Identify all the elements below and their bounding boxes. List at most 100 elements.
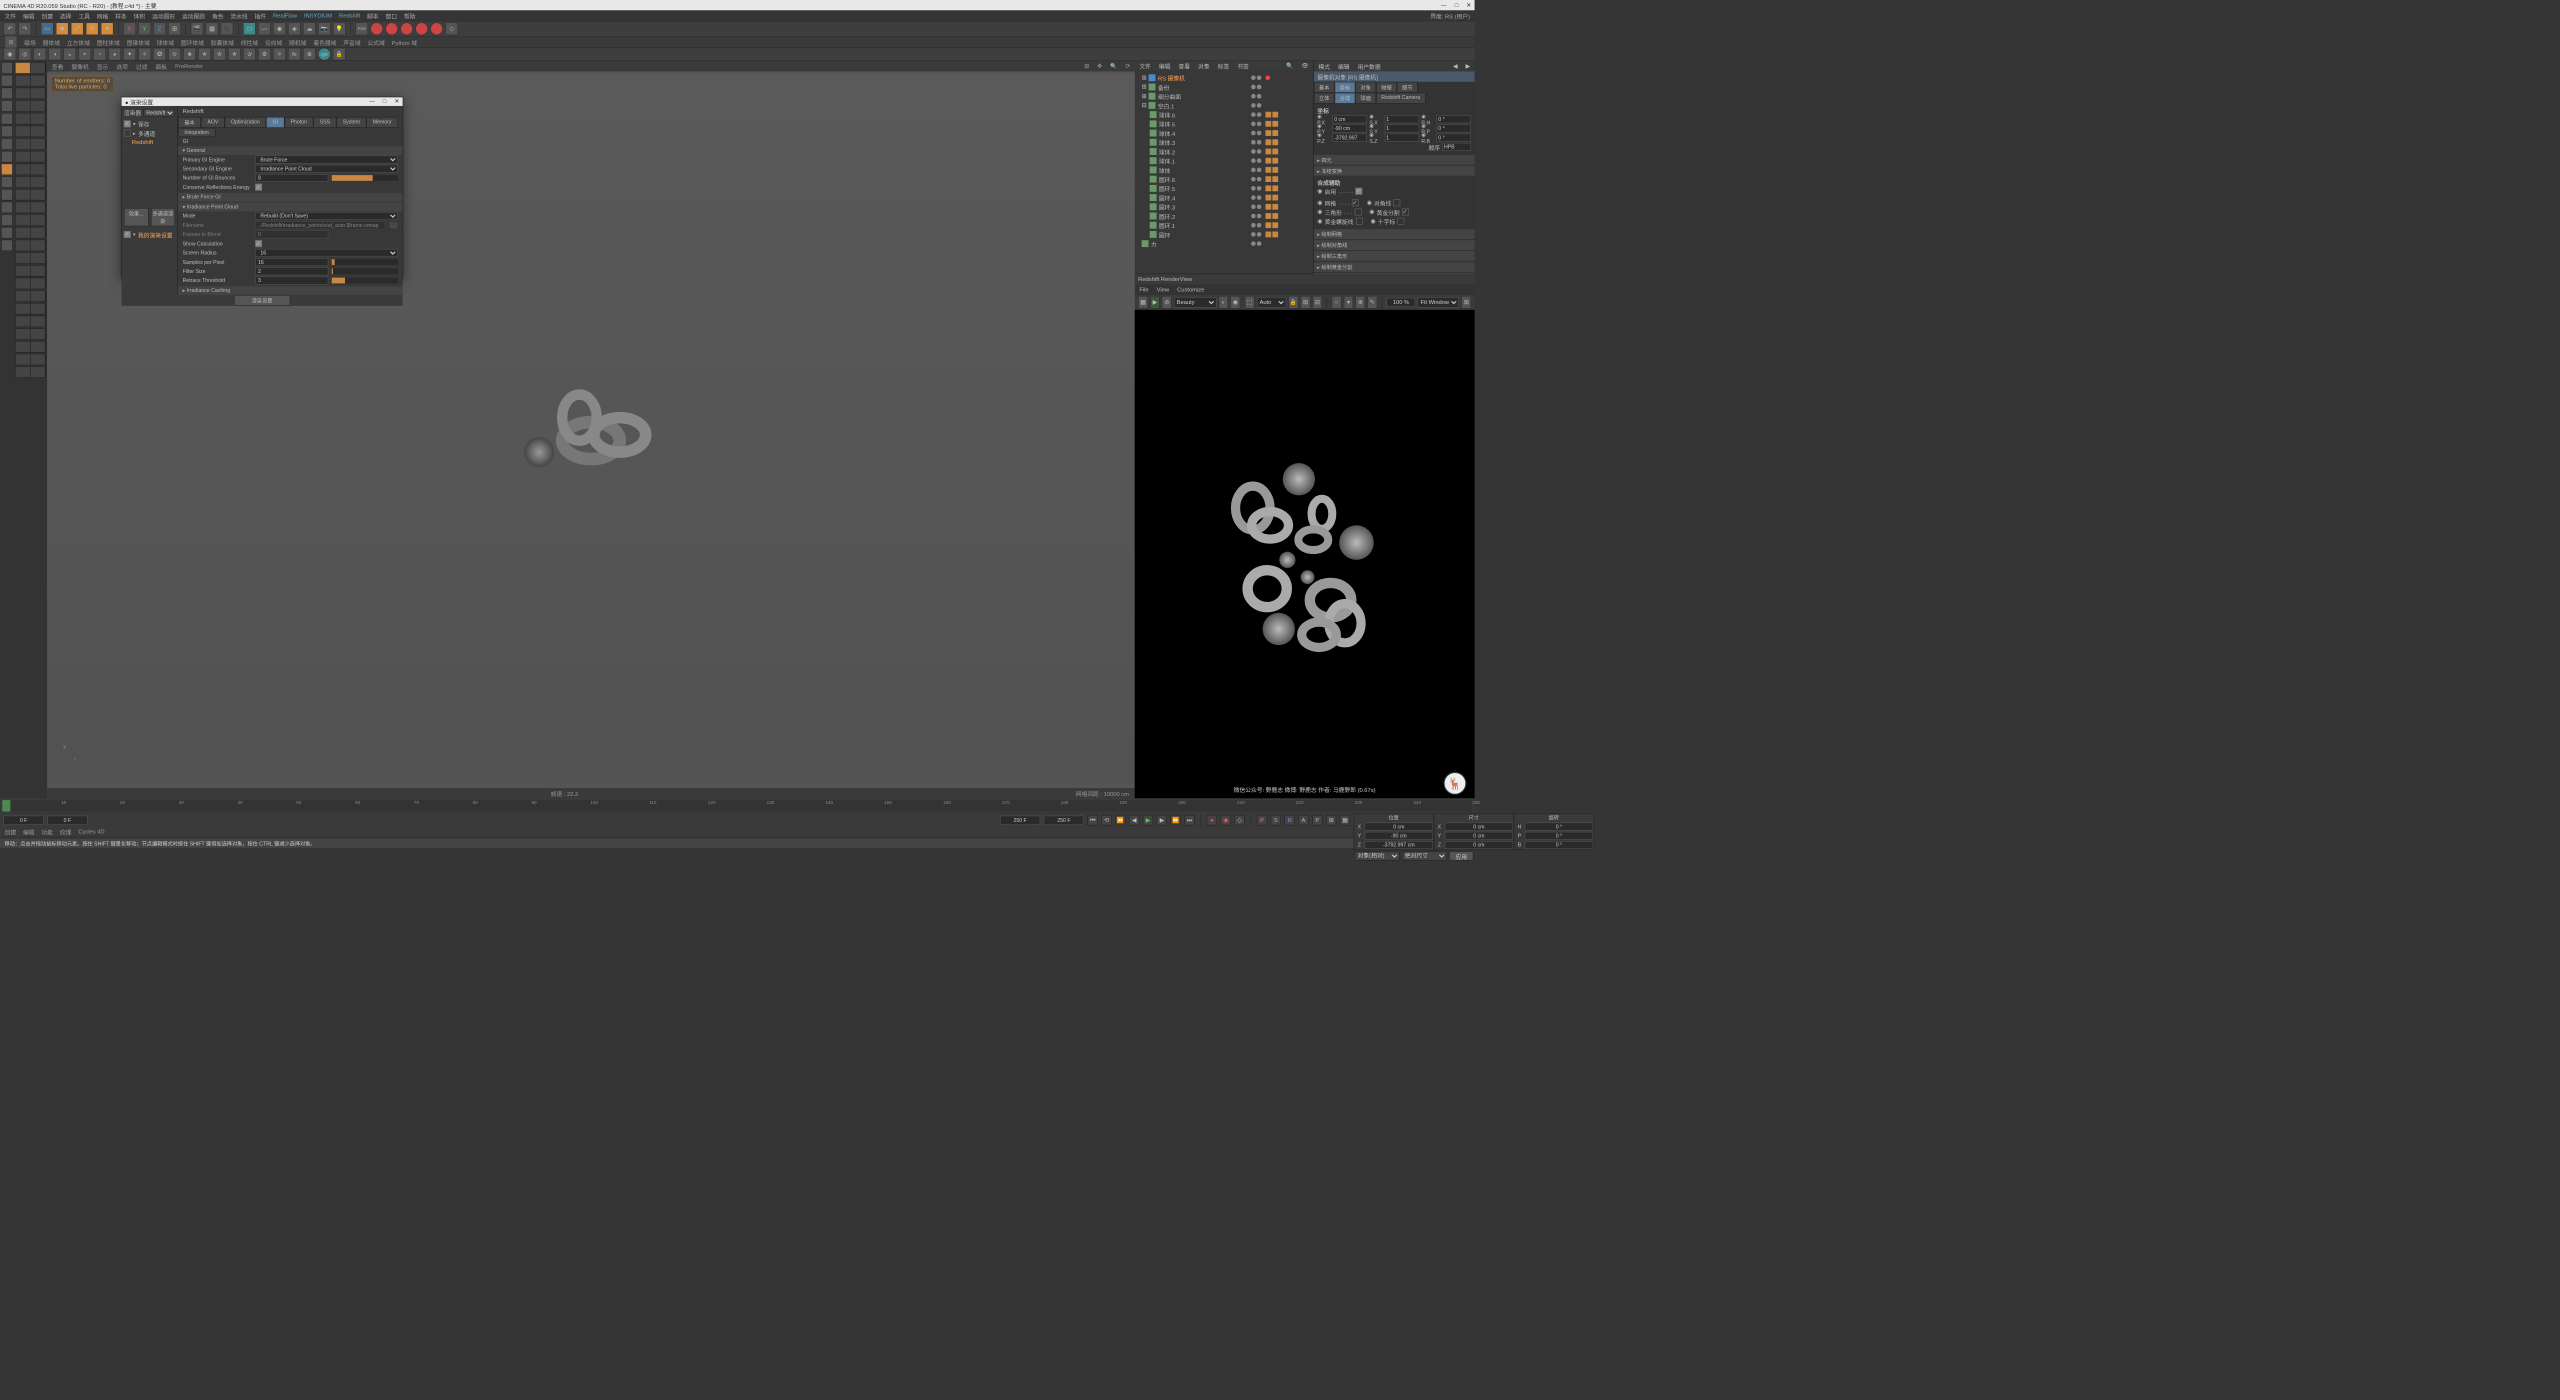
dlg-tab-opt[interactable]: Optimization [225, 117, 266, 128]
vp-menu-item[interactable]: 面板 [156, 62, 168, 71]
layout-selector[interactable]: 界面: RS (用户) [1430, 11, 1470, 20]
object-row[interactable]: ⊟空白.1 [1137, 101, 1248, 110]
field-tab[interactable]: 立方体域 [67, 38, 90, 47]
vp-nav-icon[interactable]: ⊞ [1084, 63, 1089, 69]
rv-grid-icon[interactable]: ⊞ [1301, 296, 1311, 309]
tool-icon[interactable]: ✬ [183, 48, 196, 61]
rv-stop-icon[interactable]: ⊘ [1162, 296, 1172, 309]
menu-item[interactable]: 角色 [212, 11, 224, 20]
retrace-input[interactable] [255, 276, 328, 284]
field-tab[interactable]: 磁场 [24, 38, 36, 47]
next-frame-icon[interactable]: ▶ [1157, 815, 1167, 825]
filter-slider[interactable] [332, 268, 398, 274]
palette-row[interactable] [15, 328, 46, 340]
rv-sample-icon[interactable]: ✎ [1367, 296, 1377, 309]
edge-mode-icon[interactable] [1, 113, 13, 125]
object-flags[interactable] [1250, 71, 1313, 274]
tool-icon[interactable]: ◕ [108, 48, 121, 61]
palette-row[interactable] [15, 88, 46, 100]
tool-icon[interactable] [1, 176, 13, 188]
side-item-save[interactable]: ✓ ▾保存 [124, 119, 175, 128]
menu-item[interactable]: 运动图形 [152, 11, 175, 20]
section-draw-diag[interactable]: ▸ 绘制对角线 [1314, 240, 1475, 250]
keyframe3-icon[interactable] [430, 22, 443, 35]
r-icon[interactable]: R [1284, 815, 1294, 825]
autokey-icon[interactable] [385, 22, 398, 35]
section-general[interactable]: ▾ General [178, 146, 403, 155]
vp-menu-item[interactable]: 查看 [52, 62, 64, 71]
attr-subtab[interactable]: 球面 [1355, 93, 1376, 104]
palette-row[interactable] [15, 202, 46, 214]
rv-down-icon[interactable]: ▾ [1344, 296, 1354, 309]
section-draw-grid[interactable]: ▸ 绘制网格 [1314, 229, 1475, 239]
dlg-tab-memory[interactable]: Memory [366, 117, 397, 128]
size-y-input[interactable] [1445, 832, 1514, 840]
object-row[interactable]: 球体.5 [1137, 119, 1248, 128]
minimize-button[interactable]: — [1441, 2, 1447, 8]
menu-item[interactable]: 流水线 [230, 11, 247, 20]
keyframe-icon[interactable] [400, 22, 413, 35]
camera-icon[interactable]: 📷 [318, 22, 331, 35]
field-tab[interactable]: 图柱体域 [97, 38, 120, 47]
palette-row[interactable] [15, 303, 46, 315]
vp-menu-item[interactable]: 过滤 [136, 62, 148, 71]
z-axis-icon[interactable]: Z [153, 22, 166, 35]
dlg-tab-system[interactable]: System [336, 117, 366, 128]
rv-grid2-icon[interactable]: ⊟ [1313, 296, 1323, 309]
rv-tool-icon[interactable]: ◐ [1219, 296, 1229, 309]
tool-icon[interactable]: fx [288, 48, 301, 61]
palette-row[interactable] [15, 290, 46, 302]
light-icon[interactable]: 💡 [333, 22, 346, 35]
rv-render-icon[interactable]: ▦ [1138, 296, 1148, 309]
object-row[interactable]: ⊞备份 [1137, 82, 1248, 91]
object-flags-row[interactable] [1251, 221, 1312, 230]
poly-mode-icon[interactable] [1, 126, 13, 138]
object-mode-icon[interactable] [1, 75, 13, 87]
rp-input[interactable] [1437, 124, 1472, 132]
opt-icon[interactable]: ⊞ [1326, 815, 1336, 825]
vp-nav-icon[interactable]: ✥ [1097, 63, 1102, 69]
record-key-icon[interactable]: ● [1207, 815, 1217, 825]
object-flags-row[interactable] [1251, 202, 1312, 211]
object-flags-row[interactable] [1251, 165, 1312, 174]
rv-menu-item[interactable]: View [1157, 287, 1169, 293]
side-item-multipass[interactable]: ▸多通道 [124, 128, 175, 137]
menu-item[interactable]: 工具 [78, 11, 90, 20]
object-flags-row[interactable] [1251, 101, 1312, 110]
tool-icon[interactable] [1, 227, 13, 239]
object-row[interactable]: ⊞RS 摄像机 [1137, 73, 1248, 82]
sy-input[interactable] [1385, 124, 1420, 132]
objmgr-menu-item[interactable]: 查看 [1178, 62, 1190, 71]
tool-icon[interactable]: ✦ [123, 48, 136, 61]
objmgr-menu-item[interactable]: 对象 [1198, 62, 1210, 71]
dlg-tab-integration[interactable]: Integration [178, 128, 215, 137]
bottom-tab[interactable]: 纹理 [60, 827, 72, 836]
palette-row[interactable] [15, 126, 46, 138]
menu-item[interactable]: RealFlow [273, 12, 297, 18]
keyframe4-icon[interactable]: ◇ [445, 22, 458, 35]
section-freeze[interactable]: ▸ 冻结变换 [1314, 166, 1475, 176]
px-input[interactable] [1332, 115, 1367, 123]
tri-checkbox[interactable] [1355, 209, 1362, 216]
aov-select[interactable]: Beauty [1174, 297, 1216, 307]
menu-item[interactable]: 帮助 [404, 11, 416, 20]
dialog-maximize-icon[interactable]: □ [383, 98, 386, 104]
palette-row[interactable] [15, 265, 46, 277]
primary-gi-select[interactable]: Brute Force [255, 156, 398, 164]
attr-subtab[interactable]: 立体 [1314, 93, 1335, 104]
rv-settings-icon[interactable]: ⊞ [1462, 296, 1472, 309]
dialog-titlebar[interactable]: ● 渲染设置 — □ ✕ [122, 97, 403, 106]
attr-subtab[interactable]: 基本 [1314, 82, 1335, 93]
search-icon[interactable]: 🔍 [1286, 63, 1293, 69]
model-mode-icon[interactable] [1, 62, 13, 74]
menu-item[interactable]: 体积 [134, 11, 146, 20]
object-row[interactable]: 球体.6 [1137, 110, 1248, 119]
object-flags-row[interactable] [1251, 175, 1312, 184]
side-item-redshift[interactable]: Redshift [124, 138, 175, 147]
object-row[interactable]: 力 [1137, 239, 1248, 248]
bottom-tab[interactable]: 创建 [5, 827, 17, 836]
pos-z-input[interactable] [1365, 841, 1434, 849]
dlg-tab-gi[interactable]: GI [266, 117, 284, 128]
coord-mode2-select[interactable]: 绝对尺寸 [1402, 851, 1447, 860]
keysel-icon[interactable]: ◇ [1234, 815, 1244, 825]
